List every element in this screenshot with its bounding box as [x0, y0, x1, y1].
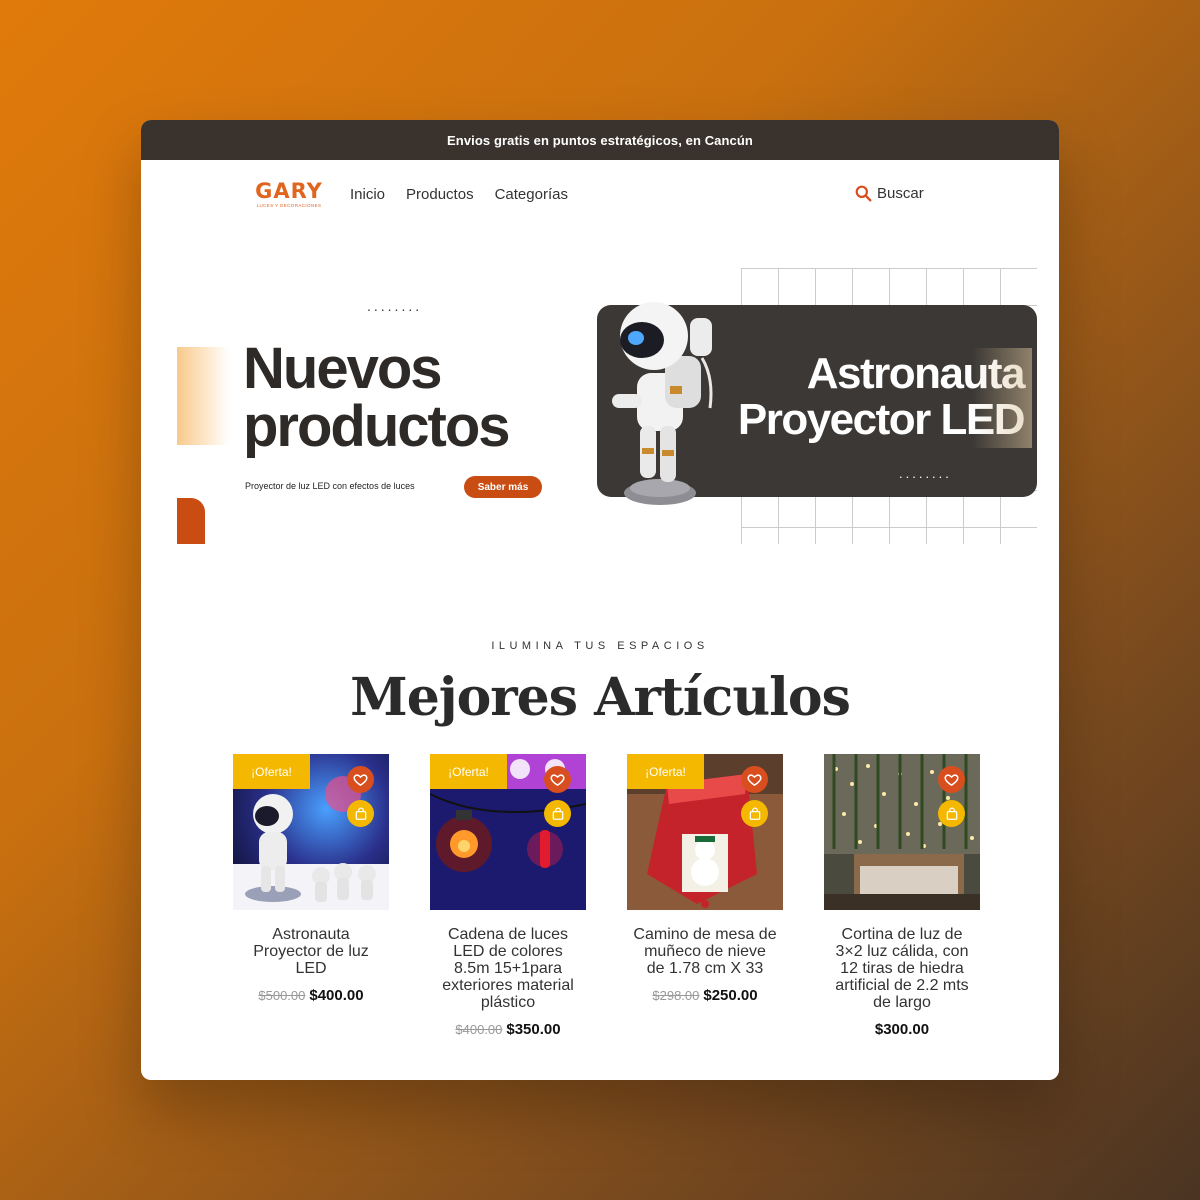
search-icon [855, 185, 872, 202]
hero-title-line2: productos [243, 394, 511, 459]
current-price: $300.00 [874, 1021, 930, 1038]
old-price: $400.00 [455, 1022, 503, 1037]
product-image[interactable]: ¡Oferta! [430, 754, 586, 910]
add-to-cart-button[interactable] [347, 800, 374, 827]
hero-subtitle: Proyector de luz LED con efectos de luce… [245, 481, 415, 491]
current-price: $350.00 [506, 1021, 561, 1038]
product-highlight-line2: Proyector LED [737, 395, 1026, 444]
heart-icon [550, 774, 565, 787]
old-price: $298.00 [652, 988, 700, 1003]
decorative-dots-2: ........ [899, 466, 952, 481]
sale-badge: ¡Oferta! [627, 754, 704, 789]
main-navigation: GARY LUCES Y DECORACIONES Inicio Product… [141, 160, 1059, 232]
shopping-bag-icon [355, 807, 366, 820]
product-card[interactable]: ¡Oferta! Camino de mesa de muñeco de nie… [627, 754, 783, 1004]
site-logo[interactable]: GARY LUCES Y DECORACIONES [253, 180, 325, 208]
product-highlight-title: Astronauta Proyector LED [702, 349, 1026, 444]
add-to-cart-button[interactable] [544, 800, 571, 827]
product-title[interactable]: Astronauta Proyector de luz LED [233, 926, 389, 977]
price-row: $300.00 [824, 1021, 980, 1038]
wishlist-button[interactable] [544, 766, 571, 793]
shopping-bag-icon [552, 807, 563, 820]
nav-menu: Inicio Productos Categorías [350, 186, 568, 203]
section-eyebrow: ILUMINA TUS ESPACIOS [491, 640, 709, 652]
product-card[interactable]: ¡Oferta! Astronauta Proyector de luz LED… [233, 754, 389, 1004]
nav-item-inicio[interactable]: Inicio [350, 186, 385, 203]
search-button[interactable]: Buscar [855, 185, 924, 202]
product-card[interactable]: Cortina de luz de 3×2 luz cálida, con 12… [824, 754, 980, 1038]
heart-icon [353, 774, 368, 787]
add-to-cart-button[interactable] [741, 800, 768, 827]
decorative-dots: ........ [367, 298, 423, 314]
price-row: $500.00 $400.00 [233, 987, 389, 1004]
product-title[interactable]: Camino de mesa de muñeco de nieve de 1.7… [627, 926, 783, 977]
hero-title-line1: Nuevos [243, 336, 443, 401]
heart-icon [747, 774, 762, 787]
announcement-bar: Envios gratis en puntos estratégicos, en… [141, 120, 1059, 160]
product-image[interactable]: ¡Oferta! [627, 754, 783, 910]
logo-main-text: GARY [255, 179, 323, 203]
hero-banner: ........ Nuevos productos Proyector de l… [177, 268, 1037, 548]
wishlist-button[interactable] [347, 766, 374, 793]
wishlist-button[interactable] [741, 766, 768, 793]
product-image[interactable]: ¡Oferta! [233, 754, 389, 910]
current-price: $400.00 [309, 987, 364, 1004]
heart-icon [944, 774, 959, 787]
old-price: $500.00 [258, 988, 306, 1003]
wishlist-button[interactable] [938, 766, 965, 793]
add-to-cart-button[interactable] [938, 800, 965, 827]
product-title[interactable]: Cadena de luces LED de colores 8.5m 15+1… [430, 926, 586, 1011]
product-image[interactable] [824, 754, 980, 910]
current-price: $250.00 [703, 987, 758, 1004]
nav-item-productos[interactable]: Productos [406, 186, 474, 203]
product-card[interactable]: ¡Oferta! Cadena de luces LED de colores … [430, 754, 586, 1038]
nav-item-categorias[interactable]: Categorías [495, 186, 568, 203]
section-title: Mejores Artículos [350, 667, 851, 728]
product-highlight-line1: Astronauta [806, 349, 1026, 398]
search-label: Buscar [877, 185, 924, 202]
price-row: $298.00 $250.00 [627, 987, 783, 1004]
saber-mas-button[interactable]: Saber más [464, 476, 542, 498]
logo-subtitle: LUCES Y DECORACIONES [256, 203, 322, 208]
sale-badge: ¡Oferta! [233, 754, 310, 789]
shopping-bag-icon [946, 807, 957, 820]
product-title[interactable]: Cortina de luz de 3×2 luz cálida, con 12… [824, 926, 980, 1011]
decorative-bar [177, 347, 229, 445]
price-row: $400.00 $350.00 [430, 1021, 586, 1038]
hero-title: Nuevos productos [243, 336, 511, 459]
sale-badge: ¡Oferta! [430, 754, 507, 789]
announcement-text: Envios gratis en puntos estratégicos, en… [447, 132, 753, 148]
decorative-block [177, 498, 205, 544]
shopping-bag-icon [749, 807, 760, 820]
browser-window: Envios gratis en puntos estratégicos, en… [141, 120, 1059, 1080]
